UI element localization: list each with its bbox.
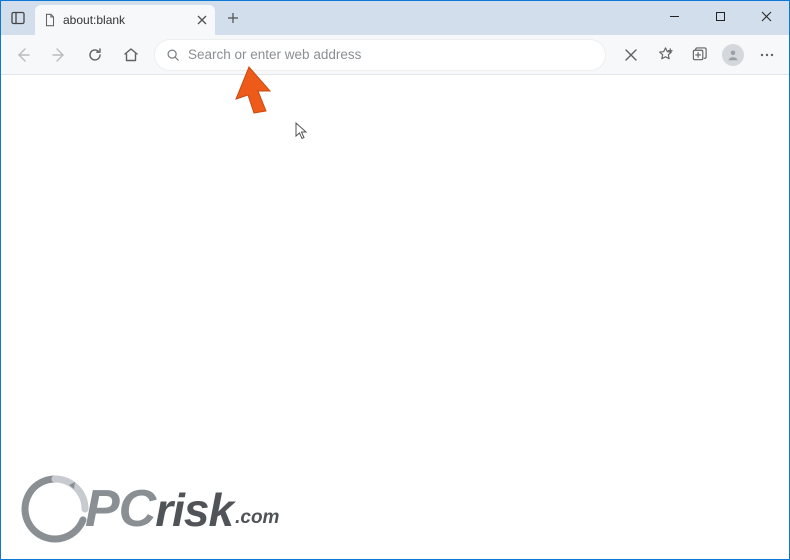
watermark-dotcom: .com — [235, 507, 279, 529]
favorites-icon — [657, 46, 674, 63]
minimize-button[interactable] — [651, 1, 697, 31]
tab-actions-button[interactable] — [1, 1, 35, 35]
tab-title: about:blank — [63, 13, 125, 27]
address-bar[interactable] — [155, 40, 605, 70]
home-button[interactable] — [115, 39, 147, 71]
person-icon — [726, 48, 740, 62]
plus-icon — [227, 12, 239, 24]
stop-clear-button[interactable] — [615, 39, 647, 71]
profile-button[interactable] — [717, 39, 749, 71]
tab-actions-icon — [10, 10, 26, 26]
minimize-icon — [669, 11, 680, 22]
watermark-swish-icon — [19, 473, 91, 545]
refresh-icon — [87, 47, 103, 63]
window-controls — [651, 1, 789, 31]
collections-button[interactable] — [683, 39, 715, 71]
browser-window: about:blank — [0, 0, 790, 560]
favorites-button[interactable] — [649, 39, 681, 71]
arrow-right-icon — [51, 47, 67, 63]
watermark-text: PC risk .com — [85, 479, 279, 539]
close-icon — [761, 11, 772, 22]
toolbar — [1, 35, 789, 75]
watermark-pc: PC — [85, 479, 155, 539]
avatar — [722, 44, 744, 66]
forward-button[interactable] — [43, 39, 75, 71]
arrow-left-icon — [15, 47, 31, 63]
close-window-button[interactable] — [743, 1, 789, 31]
page-icon — [43, 13, 57, 27]
refresh-button[interactable] — [79, 39, 111, 71]
close-tab-icon[interactable] — [197, 15, 207, 25]
more-icon — [759, 47, 775, 63]
home-icon — [123, 47, 139, 63]
back-button[interactable] — [7, 39, 39, 71]
toolbar-right — [615, 39, 783, 71]
watermark: PC risk .com — [19, 473, 279, 545]
title-bar: about:blank — [1, 1, 789, 35]
address-input[interactable] — [188, 47, 594, 62]
browser-tab[interactable]: about:blank — [35, 5, 215, 35]
new-tab-button[interactable] — [219, 4, 247, 32]
maximize-button[interactable] — [697, 1, 743, 31]
maximize-icon — [715, 11, 726, 22]
x-icon — [624, 48, 638, 62]
watermark-risk: risk — [155, 483, 233, 537]
search-icon — [166, 48, 180, 62]
collections-icon — [691, 46, 708, 63]
menu-button[interactable] — [751, 39, 783, 71]
